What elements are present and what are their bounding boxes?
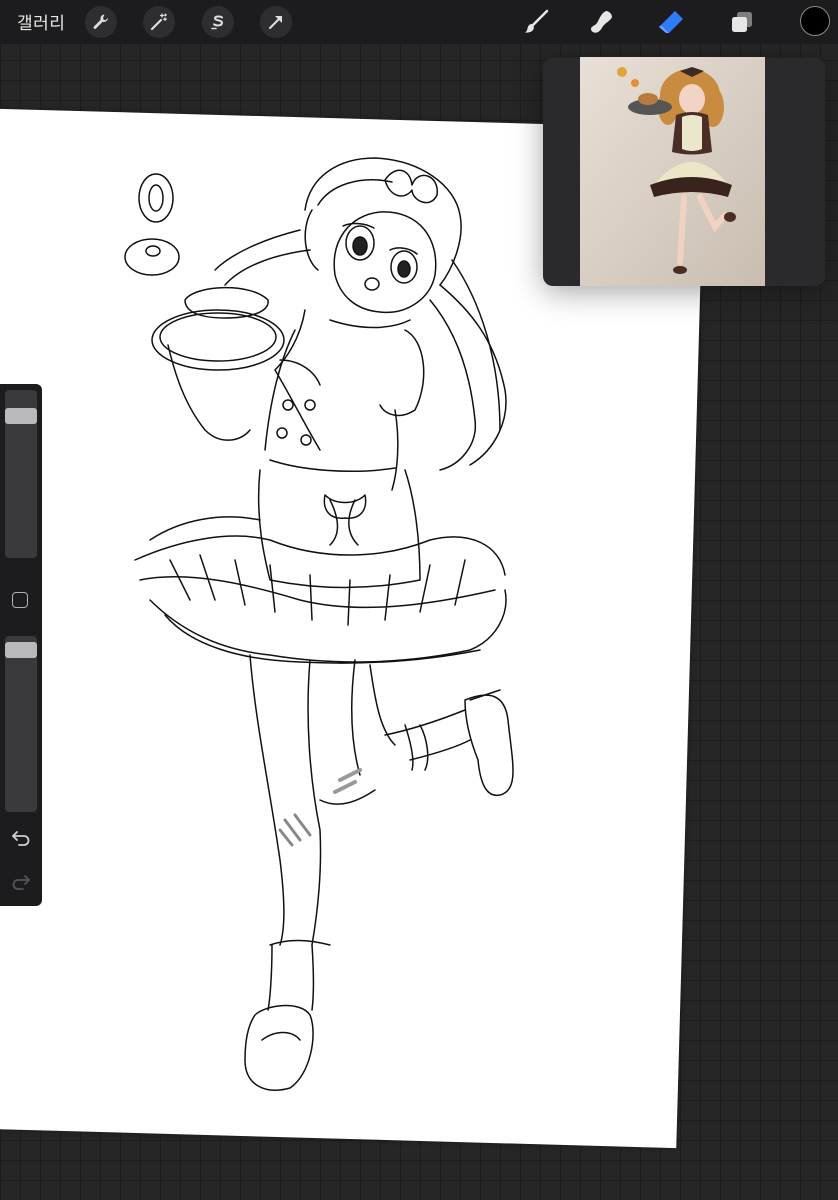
square-icon[interactable] bbox=[12, 592, 28, 608]
top-toolbar: 갤러리 bbox=[0, 0, 838, 44]
brush-size-thumb[interactable] bbox=[5, 408, 37, 424]
selection-s-icon[interactable] bbox=[202, 6, 234, 38]
donut-doodle bbox=[124, 173, 180, 276]
gallery-button[interactable]: 갤러리 bbox=[17, 9, 65, 34]
transform-arrow-icon[interactable] bbox=[260, 6, 292, 38]
undo-icon[interactable] bbox=[10, 826, 32, 848]
magic-wand-icon[interactable] bbox=[143, 6, 175, 38]
brush-size-slider[interactable] bbox=[5, 390, 37, 558]
color-picker-swatch[interactable] bbox=[800, 6, 830, 36]
redo-icon[interactable] bbox=[10, 870, 32, 892]
layers-icon[interactable] bbox=[727, 7, 757, 37]
opacity-thumb[interactable] bbox=[5, 642, 37, 658]
eraser-icon[interactable] bbox=[656, 7, 686, 37]
wrench-icon[interactable] bbox=[85, 6, 117, 38]
reference-photo bbox=[580, 57, 765, 286]
left-sidebar bbox=[0, 384, 42, 906]
brush-icon[interactable] bbox=[521, 7, 551, 37]
opacity-slider[interactable] bbox=[5, 636, 37, 812]
reference-window[interactable] bbox=[543, 57, 825, 286]
smudge-icon[interactable] bbox=[587, 7, 617, 37]
